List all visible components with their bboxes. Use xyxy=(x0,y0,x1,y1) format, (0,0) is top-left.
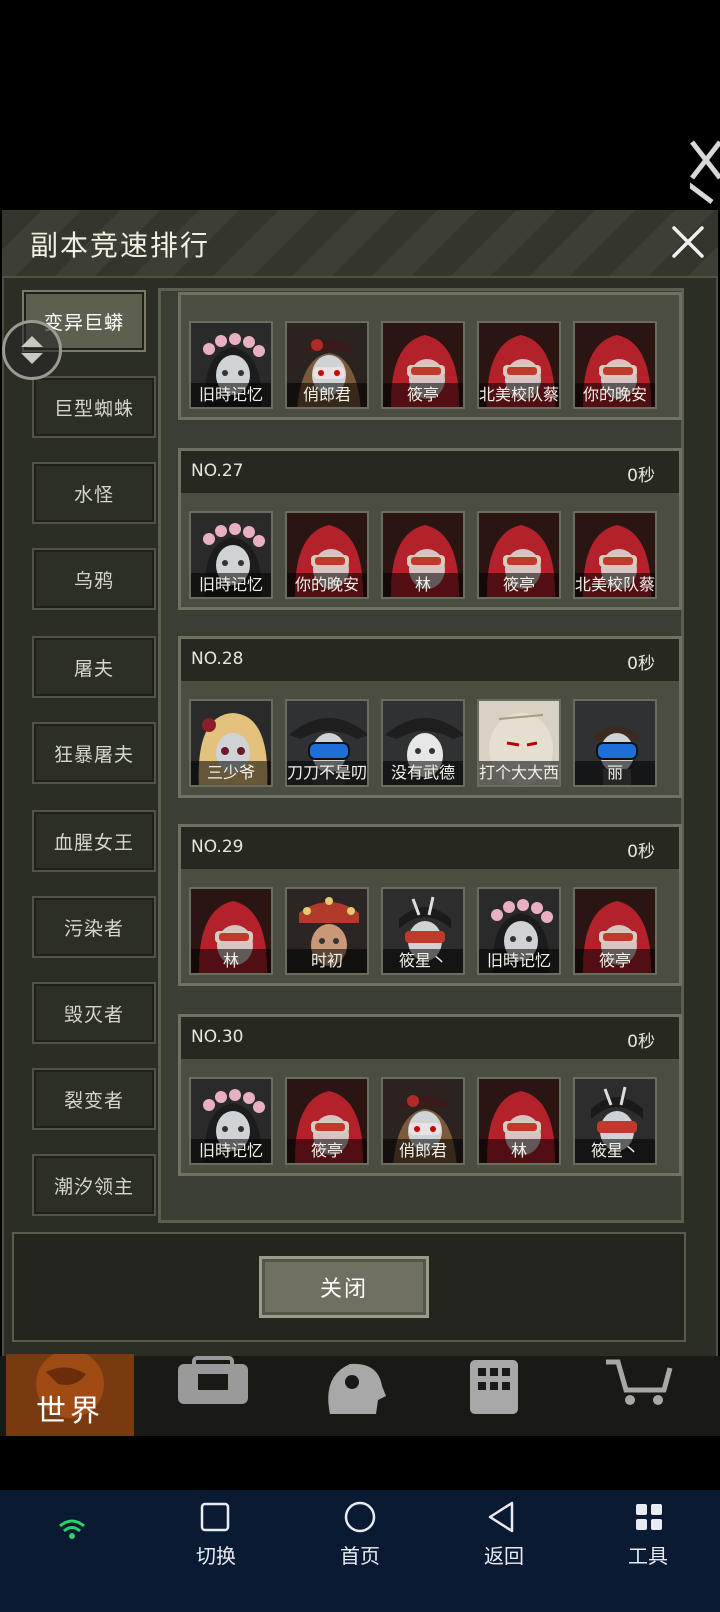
player-slot[interactable]: 没有武德 xyxy=(381,699,465,787)
backpack-icon[interactable] xyxy=(178,1356,248,1404)
player-slot[interactable]: 刀刀不是叨 xyxy=(285,699,369,787)
player-name: 旧時记忆 xyxy=(191,383,271,407)
rank-card: NO.27 0秒 旧時记忆 你的晚安 林 筱亭 北美校队蔡 xyxy=(178,448,682,610)
rank-card: NO.28 0秒 三少爷 刀刀不是叨 没有武德 打个大大西 丽 xyxy=(178,636,682,798)
grid-icon[interactable] xyxy=(636,1504,662,1530)
rank-card-header: NO.27 0秒 xyxy=(181,451,679,493)
rank-card-header: NO.30 0秒 xyxy=(181,1017,679,1059)
player-slot[interactable]: 筱亭 xyxy=(573,887,657,975)
close-button[interactable]: 关闭 xyxy=(259,1256,429,1318)
dungeon-tab[interactable]: 狂暴屠夫 xyxy=(32,722,156,784)
dungeon-tab[interactable]: 血腥女王 xyxy=(32,810,156,872)
player-slot[interactable]: 筱亭 xyxy=(285,1077,369,1165)
player-slot[interactable]: 你的晚安 xyxy=(285,511,369,599)
player-name: 林 xyxy=(191,949,271,973)
player-name: 旧時记忆 xyxy=(191,573,271,597)
world-tab-label: 世界 xyxy=(36,1394,104,1429)
tools-label[interactable]: 工具 xyxy=(628,1540,668,1569)
building-icon[interactable] xyxy=(470,1360,518,1414)
player-name: 旧時记忆 xyxy=(479,949,559,973)
dungeon-tab[interactable]: 乌鸦 xyxy=(32,548,156,610)
player-name: 你的晚安 xyxy=(287,573,367,597)
rank-card: 旧時记忆 俏郎君 筱亭 北美校队蔡 你的晚安 xyxy=(178,292,682,420)
rank-card-header: NO.28 0秒 xyxy=(181,639,679,681)
player-slot[interactable]: 林 xyxy=(381,511,465,599)
player-slot[interactable]: 旧時记忆 xyxy=(189,511,273,599)
player-name: 没有武德 xyxy=(383,761,463,785)
dungeon-tab[interactable]: 毁灭者 xyxy=(32,982,156,1044)
scroll-knob[interactable] xyxy=(2,320,62,380)
back-triangle-icon[interactable] xyxy=(488,1501,514,1533)
rank-number: NO.30 xyxy=(191,1027,244,1047)
head-gear-icon[interactable] xyxy=(328,1363,386,1414)
player-name: 北美校队蔡 xyxy=(575,573,655,597)
wifi-icon xyxy=(59,1519,85,1539)
player-slot[interactable]: 北美校队蔡 xyxy=(573,511,657,599)
rank-number: NO.27 xyxy=(191,461,244,481)
dungeon-tab[interactable]: 巨型蜘蛛 xyxy=(32,376,156,438)
player-name: 筱亭 xyxy=(383,383,463,407)
player-name: 时初 xyxy=(287,949,367,973)
player-slot[interactable]: 打个大大西 xyxy=(477,699,561,787)
player-slot[interactable]: 三少爷 xyxy=(189,699,273,787)
rank-time: 0秒 xyxy=(627,466,655,486)
player-slot[interactable]: 旧時记忆 xyxy=(477,887,561,975)
player-name: 筱亭 xyxy=(287,1139,367,1163)
rank-card: NO.29 0秒 林 时初 筱星丶 旧時记忆 筱亭 xyxy=(178,824,682,986)
player-name: 俏郎君 xyxy=(287,383,367,407)
switch-label[interactable]: 切换 xyxy=(196,1540,236,1569)
player-slot[interactable]: 筱星丶 xyxy=(381,887,465,975)
player-name: 俏郎君 xyxy=(383,1139,463,1163)
corner-close-icon[interactable] xyxy=(686,138,720,208)
player-slot[interactable]: 林 xyxy=(477,1077,561,1165)
player-slot[interactable]: 时初 xyxy=(285,887,369,975)
player-slot[interactable]: 俏郎君 xyxy=(381,1077,465,1165)
square-icon[interactable] xyxy=(200,1502,230,1532)
player-name: 丽 xyxy=(575,761,655,785)
rank-number: NO.29 xyxy=(191,837,244,857)
back-label[interactable]: 返回 xyxy=(484,1540,524,1569)
system-nav-bar: 切换 首页 返回 工具 xyxy=(0,1490,720,1612)
player-name: 筱星丶 xyxy=(383,949,463,973)
player-slot[interactable]: 旧時记忆 xyxy=(189,1077,273,1165)
home-label[interactable]: 首页 xyxy=(340,1540,380,1569)
player-slot[interactable]: 北美校队蔡 xyxy=(477,321,561,409)
rank-card-header: NO.29 0秒 xyxy=(181,827,679,869)
player-slot[interactable]: 筱星丶 xyxy=(573,1077,657,1165)
dialog-title: 副本竞速排行 xyxy=(30,229,211,262)
rank-number: NO.28 xyxy=(191,649,244,669)
close-icon[interactable] xyxy=(668,222,708,262)
player-name: 旧時记忆 xyxy=(191,1139,271,1163)
dungeon-tab[interactable]: 屠夫 xyxy=(32,636,156,698)
player-slot[interactable]: 筱亭 xyxy=(381,321,465,409)
player-name: 林 xyxy=(383,573,463,597)
player-slot[interactable]: 你的晚安 xyxy=(573,321,657,409)
player-name: 北美校队蔡 xyxy=(479,383,559,407)
player-name: 林 xyxy=(479,1139,559,1163)
player-name: 筱亭 xyxy=(479,573,559,597)
rank-time: 0秒 xyxy=(627,654,655,674)
dungeon-tab[interactable]: 潮汐领主 xyxy=(32,1154,156,1216)
player-name: 刀刀不是叨 xyxy=(287,761,367,785)
player-name: 筱亭 xyxy=(575,949,655,973)
player-name: 筱星丶 xyxy=(575,1139,655,1163)
dungeon-tab[interactable]: 水怪 xyxy=(32,462,156,524)
player-name: 打个大大西 xyxy=(479,761,559,785)
player-slot[interactable]: 俏郎君 xyxy=(285,321,369,409)
dungeon-tab[interactable]: 裂变者 xyxy=(32,1068,156,1130)
cart-icon[interactable] xyxy=(606,1359,673,1405)
player-slot[interactable]: 林 xyxy=(189,887,273,975)
player-name: 你的晚安 xyxy=(575,383,655,407)
rank-time: 0秒 xyxy=(627,842,655,862)
rank-card: NO.30 0秒 旧時记忆 筱亭 俏郎君 林 筱星丶 xyxy=(178,1014,682,1176)
dungeon-tab[interactable]: 污染者 xyxy=(32,896,156,958)
player-slot[interactable]: 筱亭 xyxy=(477,511,561,599)
player-slot[interactable]: 丽 xyxy=(573,699,657,787)
player-slot[interactable]: 旧時记忆 xyxy=(189,321,273,409)
player-name: 三少爷 xyxy=(191,761,271,785)
circle-icon[interactable] xyxy=(344,1501,376,1533)
rank-time: 0秒 xyxy=(627,1032,655,1052)
